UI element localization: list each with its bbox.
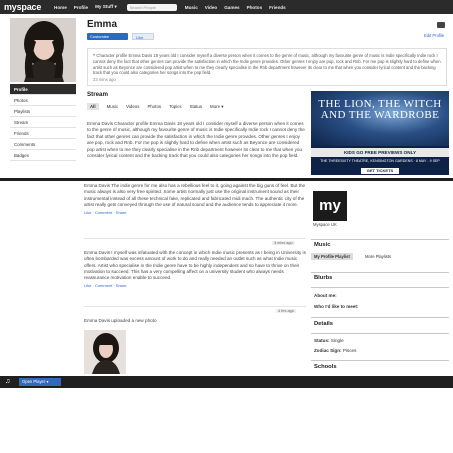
post-actions[interactable]: Like · Comment · Share bbox=[84, 210, 306, 216]
post-text: Emma Davis I myself was infatuated with … bbox=[84, 250, 306, 281]
sidebar-item-badges[interactable]: Badges bbox=[10, 150, 76, 161]
section-divider bbox=[0, 178, 453, 181]
myspace-logo[interactable]: myspace bbox=[4, 2, 54, 12]
right-divider bbox=[311, 239, 449, 240]
uploaded-photo[interactable] bbox=[84, 330, 126, 374]
about-me-label: About me: bbox=[314, 293, 337, 298]
nav-my-stuff[interactable]: My Stuff ▾ bbox=[95, 4, 117, 10]
nav-friends[interactable]: Friends bbox=[269, 5, 286, 10]
stream-tabs: All Music Videos Photos Topics Status Mo… bbox=[87, 103, 231, 110]
sidebar-item-photos[interactable]: Photos bbox=[10, 95, 76, 106]
ad-offer: KIDS GO FREE PREVIEWS ONLY bbox=[311, 148, 449, 157]
top-nav: myspace Home Profile My Stuff ▾ Search P… bbox=[0, 0, 453, 14]
like-button[interactable]: Like bbox=[132, 33, 154, 40]
search-input[interactable]: Search People bbox=[126, 3, 177, 11]
schools-heading: Schools bbox=[314, 364, 337, 370]
details-heading: Details bbox=[314, 321, 334, 327]
nav-profile[interactable]: Profile bbox=[74, 5, 88, 10]
nav-photos[interactable]: Photos bbox=[247, 5, 263, 10]
post-timestamp: 3 mins ago bbox=[272, 241, 295, 245]
like-label: Like bbox=[136, 35, 144, 40]
post-separator bbox=[84, 306, 306, 307]
message-icon[interactable] bbox=[437, 22, 445, 28]
tab-photos[interactable]: Photos bbox=[147, 104, 161, 109]
photo-thumbnail-icon bbox=[84, 330, 126, 374]
music-player-bar: ♫ Open Player ▾ bbox=[0, 376, 453, 388]
stream-title: Stream bbox=[87, 91, 108, 98]
right-divider bbox=[311, 360, 449, 361]
ad-venue: THE THREESIXTY THEATRE, KENSINGTON GARDE… bbox=[320, 159, 440, 163]
zodiac-detail: Zodiac Sign: Pisces bbox=[314, 348, 357, 353]
post-timestamp: 4 hrs ago bbox=[276, 309, 296, 313]
music-heading: Music bbox=[314, 242, 331, 248]
customise-label: Customise bbox=[90, 34, 109, 39]
blurbs-heading: Blurbs bbox=[314, 275, 333, 281]
tab-topics[interactable]: Topics bbox=[169, 104, 181, 109]
right-divider bbox=[311, 333, 449, 334]
quote-text: Character profile Emma Davis 18 years ol… bbox=[93, 53, 441, 76]
post-separator bbox=[84, 238, 306, 239]
tab-music[interactable]: Music bbox=[107, 104, 118, 109]
profile-avatar[interactable] bbox=[10, 18, 76, 82]
nav-video[interactable]: Video bbox=[205, 5, 217, 10]
post-text: Emma Davis The indie genre for me also h… bbox=[84, 183, 306, 207]
tab-status[interactable]: Status bbox=[190, 104, 202, 109]
tab-more-playlists[interactable]: More Playlists bbox=[362, 253, 394, 260]
tab-profile-playlist[interactable]: My Profile Playlist bbox=[311, 253, 353, 260]
profile-sidebar: Profile Photos Playlists Stream Friends … bbox=[10, 84, 76, 161]
nav-games[interactable]: Games bbox=[224, 5, 239, 10]
tab-more[interactable]: More ▾ bbox=[210, 104, 223, 110]
sidebar-item-friends[interactable]: Friends bbox=[10, 128, 76, 139]
stream-post: Emma Davis The indie genre for me also h… bbox=[84, 183, 306, 216]
advertisement-banner[interactable]: THE LION, THE WITCH AND THE WARDROBE KID… bbox=[311, 91, 449, 175]
get-tickets-button[interactable]: GET TICKETS bbox=[361, 168, 399, 174]
open-player-button[interactable]: Open Player ▾ bbox=[19, 378, 61, 386]
nav-home[interactable]: Home bbox=[54, 5, 67, 10]
who-to-meet-label: Who I'd like to meet: bbox=[314, 304, 359, 309]
stream-post: Emma Davis uploaded a new photo bbox=[84, 318, 306, 324]
myspace-uk-label[interactable]: Myspace UK bbox=[313, 222, 337, 227]
profile-name: Emma bbox=[87, 19, 118, 30]
nav-music[interactable]: Music bbox=[185, 5, 198, 10]
customise-button[interactable]: Customise bbox=[87, 33, 128, 40]
status-detail: Status: Single bbox=[314, 338, 344, 343]
ad-title: THE LION, THE WITCH AND THE WARDROBE bbox=[318, 98, 442, 121]
right-divider bbox=[311, 272, 449, 273]
tab-all[interactable]: All bbox=[87, 103, 99, 110]
right-divider bbox=[311, 287, 449, 288]
post-actions[interactable]: Like · Comment · Share bbox=[84, 283, 306, 289]
right-divider bbox=[311, 317, 449, 318]
sidebar-item-stream[interactable]: Stream bbox=[10, 117, 76, 128]
sidebar-item-comments[interactable]: Comments bbox=[10, 139, 76, 150]
edit-profile-link[interactable]: Edit Profile bbox=[424, 33, 444, 38]
stream-post-text: Emma Davis Character profile Emma Davis … bbox=[87, 121, 305, 159]
post-text: Emma Davis uploaded a new photo bbox=[84, 318, 157, 323]
tab-videos[interactable]: Videos bbox=[126, 104, 139, 109]
profile-status-quote: ❝ Character profile Emma Davis 18 years … bbox=[87, 48, 447, 86]
sidebar-item-playlists[interactable]: Playlists bbox=[10, 106, 76, 117]
quote-timestamp: 33 mins ago bbox=[93, 77, 116, 83]
profile-photo-icon bbox=[10, 18, 76, 82]
stream-post: Emma Davis I myself was infatuated with … bbox=[84, 250, 306, 290]
myspace-uk-logo[interactable]: my bbox=[313, 191, 347, 221]
sidebar-item-profile[interactable]: Profile bbox=[10, 84, 76, 95]
music-note-icon[interactable]: ♫ bbox=[5, 378, 10, 386]
